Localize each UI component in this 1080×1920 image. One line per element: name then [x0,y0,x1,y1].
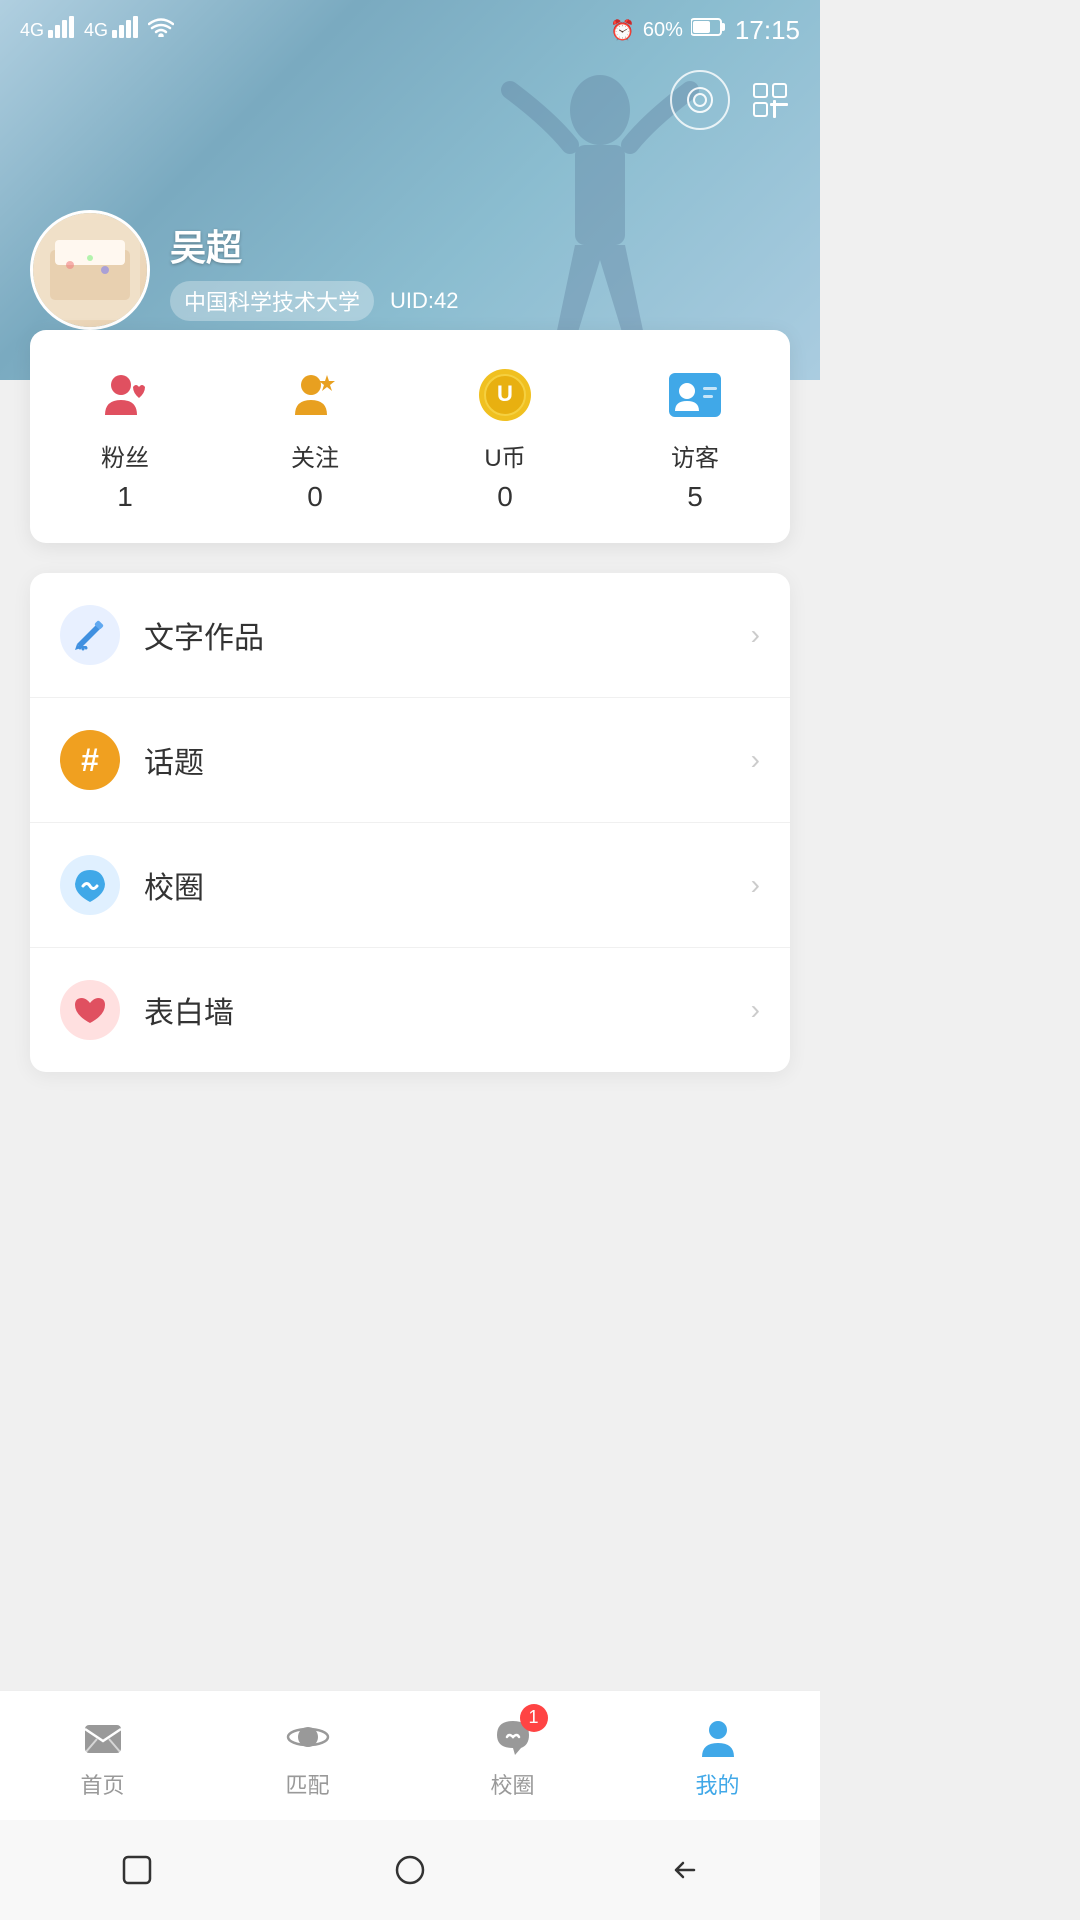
campus-circle-badge: 1 [520,1704,548,1732]
menu-item-text-works[interactable]: 文字作品 › [30,573,790,698]
battery-percent: 60% [643,19,683,42]
hero-section: 4G 4G ⏰ 60% [0,0,820,380]
stats-card: 粉丝 1 关注 0 U U币 0 [30,330,790,543]
campus-circle-label: 校圈 [490,1768,534,1800]
user-info: 吴超 中国科学技术大学 UID:42 [30,210,459,330]
sys-nav-square[interactable] [107,1840,167,1900]
user-details: 吴超 中国科学技术大学 UID:42 [170,219,459,321]
home-icon [78,1712,128,1762]
user-uid: UID:42 [390,288,458,314]
campus-circle-icon: 1 [488,1712,538,1762]
mine-icon [693,1712,743,1762]
coin-label: U币 [484,438,525,473]
follow-value: 0 [307,481,323,513]
grid-icon[interactable] [740,70,800,130]
confession-label: 表白墙 [144,988,751,1032]
match-icon [283,1712,333,1762]
alarm-icon: ⏰ [610,18,635,43]
topic-arrow: › [751,744,760,776]
menu-card: 文字作品 › # 话题 › 校圈 › [30,573,790,1072]
signal-bars2 [112,16,140,44]
camera-icon[interactable] [670,70,730,130]
text-works-arrow: › [751,619,760,651]
match-label: 匹配 [285,1768,329,1800]
campus-label: 校圈 [144,863,751,907]
svg-text:U: U [497,381,513,406]
menu-item-campus[interactable]: 校圈 › [30,823,790,948]
signal-bars [48,16,76,44]
topic-icon: # [60,730,120,790]
follow-label: 关注 [291,438,339,473]
stat-follow[interactable]: 关注 0 [220,360,410,513]
content-area: 粉丝 1 关注 0 U U币 0 [0,330,820,1342]
sys-nav-back[interactable] [653,1840,713,1900]
sys-nav-circle[interactable] [380,1840,440,1900]
coin-value: 0 [497,481,513,513]
campus-arrow: › [751,869,760,901]
home-label: 首页 [80,1768,124,1800]
confession-icon [60,980,120,1040]
time-display: 17:15 [735,15,800,46]
wifi-icon [148,17,174,43]
user-school: 中国科学技术大学 [170,281,374,321]
fans-icon [90,360,160,430]
user-meta: 中国科学技术大学 UID:42 [170,281,459,321]
visitor-value: 5 [687,481,703,513]
confession-arrow: › [751,994,760,1026]
system-nav [0,1820,820,1920]
nav-match[interactable]: 匹配 [205,1712,410,1800]
text-works-icon [60,605,120,665]
status-right: ⏰ 60% 17:15 [610,15,800,46]
network-indicator: 4G [20,20,44,41]
status-left: 4G 4G [20,16,174,44]
menu-item-confession[interactable]: 表白墙 › [30,948,790,1072]
network2-indicator: 4G [84,20,108,41]
follow-icon [280,360,350,430]
topic-label: 话题 [144,738,751,782]
coin-icon: U [470,360,540,430]
username: 吴超 [170,219,459,271]
stat-visitor[interactable]: 访客 5 [600,360,790,513]
campus-icon [60,855,120,915]
hero-icons [670,70,800,130]
mine-label: 我的 [695,1768,739,1800]
fans-label: 粉丝 [101,438,149,473]
stat-fans[interactable]: 粉丝 1 [30,360,220,513]
stat-coin[interactable]: U U币 0 [410,360,600,513]
menu-item-topic[interactable]: # 话题 › [30,698,790,823]
visitor-label: 访客 [671,438,719,473]
battery-icon [691,17,727,43]
nav-mine[interactable]: 我的 [615,1712,820,1800]
bottom-nav: 首页 匹配 1 校圈 [0,1690,820,1820]
nav-campus-circle[interactable]: 1 校圈 [410,1712,615,1800]
text-works-label: 文字作品 [144,613,751,657]
avatar[interactable] [30,210,150,330]
visitor-icon [660,360,730,430]
fans-value: 1 [117,481,133,513]
status-bar: 4G 4G ⏰ 60% [0,0,820,60]
nav-home[interactable]: 首页 [0,1712,205,1800]
